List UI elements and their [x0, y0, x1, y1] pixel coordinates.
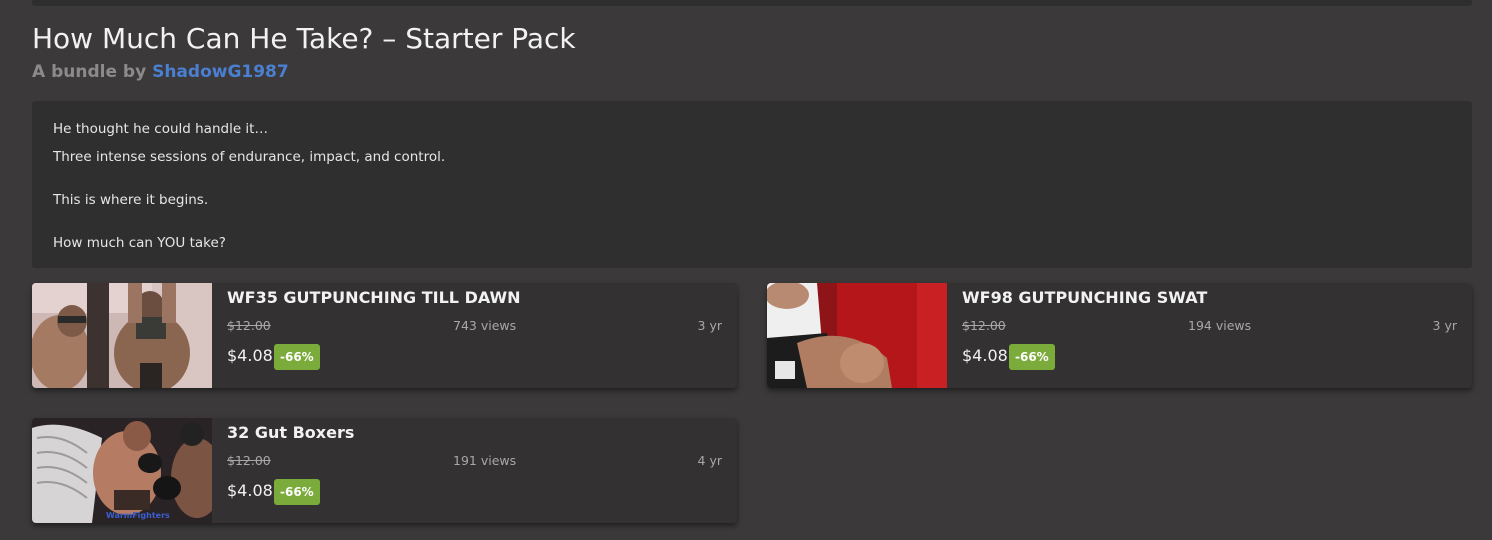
- bundle-byline: A bundle by ShadowG1987: [32, 62, 289, 82]
- sale-price: $4.08: [962, 346, 1008, 365]
- bundle-description: He thought he could handle it… Three int…: [32, 101, 1472, 268]
- sale-price: $4.08: [227, 481, 273, 500]
- video-title[interactable]: WF98 GUTPUNCHING SWAT: [962, 288, 1207, 307]
- discount-badge: -66%: [274, 479, 320, 505]
- video-card[interactable]: WF35 GUTPUNCHING TILL DAWN $12.00 743 vi…: [32, 283, 737, 388]
- video-thumbnail[interactable]: WarmFighters: [32, 418, 212, 523]
- video-age: 3 yr: [1432, 318, 1457, 333]
- sale-price: $4.08: [227, 346, 273, 365]
- top-bar: [32, 0, 1472, 6]
- original-price: $12.00: [227, 318, 271, 333]
- thumbnail-watermark: WarmFighters: [106, 511, 170, 520]
- byline-prefix: A bundle by: [32, 62, 147, 82]
- view-count: 743 views: [453, 318, 517, 333]
- discount-badge: -66%: [1009, 344, 1055, 370]
- video-card[interactable]: WarmFighters 32 Gut Boxers $12.00 191 vi…: [32, 418, 737, 523]
- video-title[interactable]: 32 Gut Boxers: [227, 423, 354, 442]
- description-line: How much can YOU take?: [53, 235, 226, 251]
- view-count: 194 views: [1188, 318, 1252, 333]
- video-age: 4 yr: [697, 453, 722, 468]
- description-line: Three intense sessions of endurance, imp…: [53, 149, 446, 165]
- video-age: 3 yr: [697, 318, 722, 333]
- video-title[interactable]: WF35 GUTPUNCHING TILL DAWN: [227, 288, 521, 307]
- page-title: How Much Can He Take? – Starter Pack: [32, 22, 576, 55]
- video-thumbnail[interactable]: [32, 283, 212, 388]
- discount-badge: -66%: [274, 344, 320, 370]
- description-line: This is where it begins.: [53, 192, 209, 208]
- view-count: 191 views: [453, 453, 517, 468]
- video-thumbnail[interactable]: [767, 283, 947, 388]
- original-price: $12.00: [962, 318, 1006, 333]
- author-link[interactable]: ShadowG1987: [152, 62, 289, 82]
- description-line: He thought he could handle it…: [53, 121, 268, 137]
- original-price: $12.00: [227, 453, 271, 468]
- video-card[interactable]: WF98 GUTPUNCHING SWAT $12.00 194 views 3…: [767, 283, 1472, 388]
